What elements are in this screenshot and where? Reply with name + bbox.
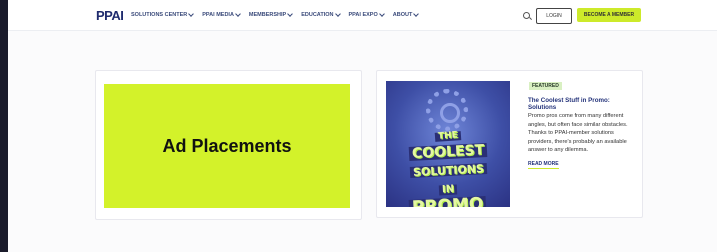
image-word: IN: [438, 184, 458, 196]
page-frame: PPAI SOLUTIONS CENTER PPAI MEDIA MEMBERS…: [8, 0, 717, 252]
nav-label: ABOUT: [392, 12, 413, 18]
chevron-down-icon: [235, 11, 241, 17]
search-icon[interactable]: [523, 12, 530, 19]
article-title[interactable]: The Coolest Stuff in Promo: Solutions: [528, 97, 638, 111]
main-nav: SOLUTIONS CENTER PPAI MEDIA MEMBERSHIP E…: [131, 11, 420, 18]
featured-article-card: THE COOLEST SOLUTIONS IN PROMO FEATURED …: [376, 70, 643, 218]
chevron-down-icon: [378, 11, 385, 17]
nav-label: PPAI MEDIA: [202, 12, 234, 18]
nav-label: MEMBERSHIP: [248, 12, 287, 18]
image-word: SOLUTIONS: [409, 162, 487, 179]
nav-ppai-expo[interactable]: PPAI EXPO: [348, 11, 385, 18]
read-more-link[interactable]: READ MORE: [528, 161, 559, 169]
login-button[interactable]: LOGIN: [536, 8, 572, 24]
top-navigation-bar: PPAI SOLUTIONS CENTER PPAI MEDIA MEMBERS…: [8, 0, 717, 31]
become-member-button[interactable]: BECOME A MEMBER: [577, 8, 641, 22]
image-text: THE COOLEST SOLUTIONS IN PROMO: [386, 125, 510, 207]
featured-badge: FEATURED: [529, 82, 562, 90]
nav-education[interactable]: EDUCATION: [301, 11, 341, 18]
image-word: THE: [434, 130, 462, 142]
nav-label: SOLUTIONS CENTER: [131, 12, 188, 18]
nav-label: PPAI EXPO: [348, 12, 378, 18]
image-word: PROMO: [408, 194, 488, 207]
nav-label: EDUCATION: [301, 12, 334, 18]
nav-membership[interactable]: MEMBERSHIP: [248, 11, 294, 18]
ad-placement[interactable]: Ad Placements: [104, 84, 350, 208]
nav-about[interactable]: ABOUT: [392, 11, 420, 18]
article-summary: Promo pros come from many different angl…: [528, 113, 628, 154]
image-word: COOLEST: [408, 142, 488, 162]
chevron-down-icon: [334, 11, 341, 17]
nav-ppai-media[interactable]: PPAI MEDIA: [202, 11, 241, 18]
ad-card: Ad Placements: [95, 70, 362, 220]
nav-solutions-center[interactable]: SOLUTIONS CENTER: [131, 11, 195, 18]
ppai-logo[interactable]: PPAI: [96, 8, 124, 23]
chevron-down-icon: [287, 11, 294, 17]
chevron-down-icon: [188, 11, 195, 17]
ad-placement-label: Ad Placements: [162, 135, 292, 156]
article-image[interactable]: THE COOLEST SOLUTIONS IN PROMO: [386, 81, 510, 207]
chevron-down-icon: [413, 11, 420, 17]
